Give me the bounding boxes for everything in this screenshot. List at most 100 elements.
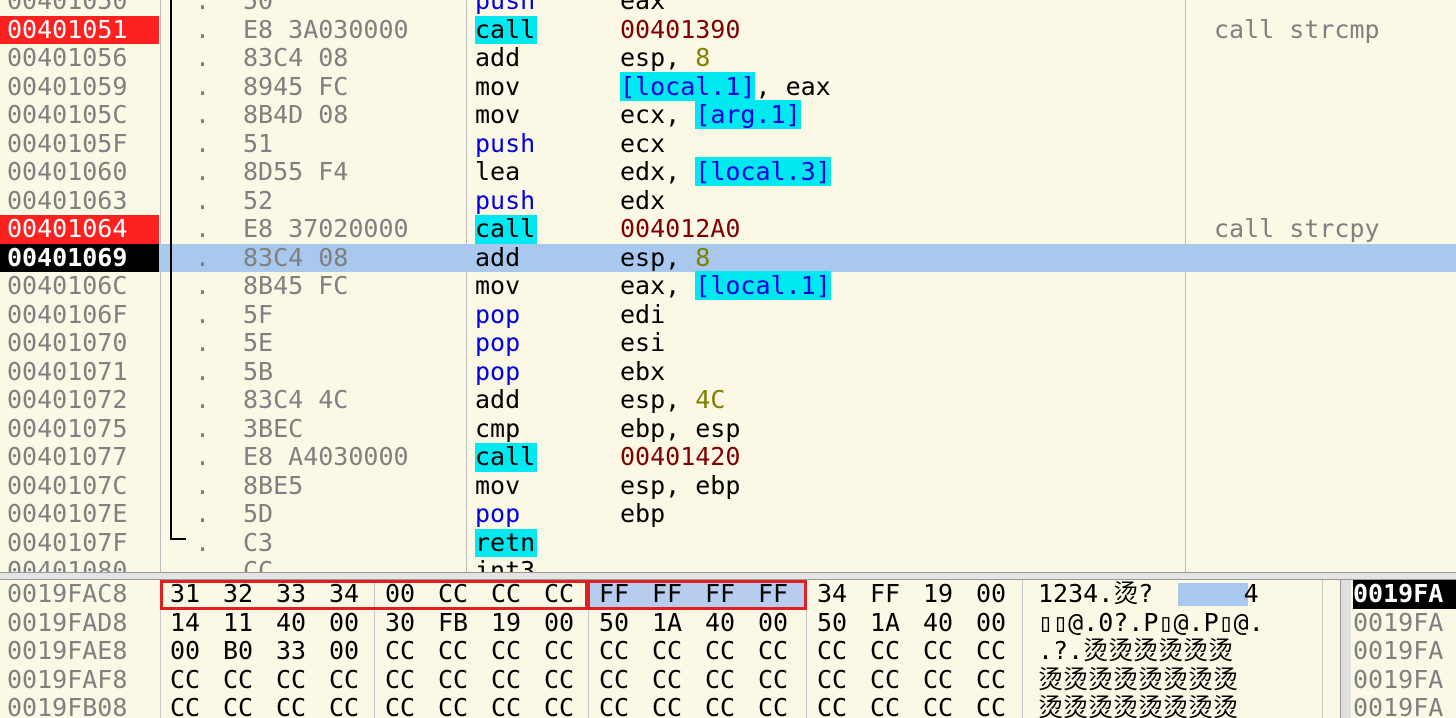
dump-byte[interactable]: CC bbox=[329, 665, 373, 695]
dump-byte[interactable]: FF bbox=[870, 580, 914, 609]
dump-byte[interactable]: CC bbox=[817, 693, 861, 718]
instruction-address[interactable]: 00401070 bbox=[0, 328, 156, 358]
dump-byte[interactable]: FB bbox=[438, 608, 482, 638]
dump-address[interactable]: 0019FAD8 bbox=[7, 608, 127, 638]
dump-byte[interactable]: 00 bbox=[976, 580, 1020, 609]
instruction-address[interactable]: 0040107F bbox=[0, 528, 156, 558]
disassembly-row[interactable]: 00401056. 83C4 08 add esp, 8 bbox=[0, 43, 1456, 73]
scrollbar[interactable] bbox=[1341, 580, 1351, 718]
dump-byte[interactable]: 34 bbox=[817, 580, 861, 609]
dump-row[interactable]: 0019FAF8 CC CC CC CC CC CC CC CC CC CC CC CC CC CC CC CC… bbox=[0, 665, 1340, 695]
disassembly-row[interactable]: 0040107F. C3 retn bbox=[0, 528, 1456, 558]
disassembly-row[interactable]: 0040106F. 5F pop edi bbox=[0, 300, 1456, 330]
stack-pane[interactable]: 0019FA 0019FA 0019FA 0019FA 0019FA bbox=[1340, 580, 1456, 718]
instruction-address[interactable]: 00401064 bbox=[0, 214, 159, 244]
dump-byte[interactable]: CC bbox=[923, 665, 967, 695]
dump-byte[interactable]: CC bbox=[385, 693, 429, 718]
dump-byte[interactable]: CC bbox=[276, 693, 320, 718]
instruction-address[interactable]: 00401059 bbox=[0, 72, 156, 102]
instruction-address[interactable]: 0040106C bbox=[0, 271, 156, 301]
dump-row[interactable]: 0019FAE8 00 B0 33 00 CC CC CC CC CC CC CC CC CC CC CC CC… bbox=[0, 636, 1340, 666]
instruction-address[interactable]: 00401080 bbox=[0, 556, 156, 572]
dump-byte[interactable]: CC bbox=[385, 665, 429, 695]
disassembly-row[interactable]: 00401050. 50 push eax bbox=[0, 0, 1456, 16]
stack-address[interactable]: 0019FA bbox=[1353, 637, 1456, 666]
dump-byte[interactable]: B0 bbox=[223, 636, 267, 666]
dump-byte[interactable]: CC bbox=[705, 665, 749, 695]
instruction-address[interactable]: 0040107C bbox=[0, 471, 156, 501]
dump-address[interactable]: 0019FAC8 bbox=[7, 580, 127, 609]
dump-row[interactable]: 0019FAD8 14 11 40 00 30 FB 19 00 50 1A 40 00 50 1A 40 00… bbox=[0, 608, 1340, 638]
disassembly-row[interactable]: 00401060. 8D55 F4 lea edx, [local.3] bbox=[0, 157, 1456, 187]
stack-address[interactable]: 0019FA bbox=[1353, 609, 1456, 638]
dump-byte[interactable]: 00 bbox=[758, 608, 802, 638]
disassembly-row[interactable]: 00401080 CC int3 bbox=[0, 556, 1456, 572]
instruction-address[interactable]: 00401060 bbox=[0, 157, 156, 187]
dump-byte[interactable]: CC bbox=[817, 636, 861, 666]
dump-byte[interactable]: CC bbox=[544, 636, 588, 666]
disassembly-row[interactable]: 00401064. E8 37020000 call 004012A0 call str… bbox=[0, 214, 1456, 244]
dump-byte[interactable]: CC bbox=[385, 636, 429, 666]
disassembly-row[interactable]: 00401075. 3BEC cmp ebp, esp bbox=[0, 414, 1456, 444]
dump-byte[interactable]: CC bbox=[544, 693, 588, 718]
dump-byte[interactable]: 19 bbox=[923, 580, 967, 609]
dump-byte[interactable]: 40 bbox=[276, 608, 320, 638]
dump-byte[interactable]: CC bbox=[276, 665, 320, 695]
dump-byte[interactable]: 40 bbox=[923, 608, 967, 638]
dump-byte[interactable]: CC bbox=[817, 665, 861, 695]
dump-byte[interactable]: CC bbox=[223, 693, 267, 718]
disassembly-row[interactable]: 00401059. 8945 FC mov [local.1], eax bbox=[0, 71, 1456, 102]
dump-byte[interactable]: 50 bbox=[817, 608, 861, 638]
dump-byte[interactable]: 00 bbox=[329, 636, 373, 666]
dump-byte[interactable]: CC bbox=[438, 693, 482, 718]
dump-row[interactable]: 0019FB08 CC CC CC CC CC CC CC CC CC CC CC CC CC CC CC CC… bbox=[0, 693, 1340, 718]
dump-byte[interactable]: CC bbox=[870, 665, 914, 695]
dump-byte[interactable]: 19 bbox=[491, 608, 535, 638]
instruction-address[interactable]: 00401069 bbox=[0, 243, 159, 272]
instruction-address[interactable]: 00401075 bbox=[0, 414, 156, 444]
disassembly-row[interactable]: 00401063. 52 push edx bbox=[0, 186, 1456, 216]
dump-byte[interactable]: CC bbox=[705, 693, 749, 718]
dump-byte[interactable]: CC bbox=[976, 693, 1020, 718]
dump-byte[interactable]: CC bbox=[170, 693, 214, 718]
dump-byte[interactable]: CC bbox=[438, 636, 482, 666]
dump-byte[interactable]: CC bbox=[652, 636, 696, 666]
instruction-address[interactable]: 00401051 bbox=[0, 15, 159, 44]
dump-byte[interactable]: 11 bbox=[223, 608, 267, 638]
instruction-address[interactable]: 00401050 bbox=[0, 0, 156, 16]
stack-address[interactable]: 0019FA bbox=[1353, 580, 1456, 609]
dump-byte[interactable]: 30 bbox=[385, 608, 429, 638]
dump-byte[interactable]: CC bbox=[599, 693, 643, 718]
dump-byte[interactable]: 00 bbox=[544, 608, 588, 638]
disassembly-row[interactable]: 0040105C. 8B4D 08 mov ecx, [arg.1] bbox=[0, 100, 1456, 130]
disassembly-row[interactable]: 0040107E. 5D pop ebp bbox=[0, 499, 1456, 529]
dump-byte[interactable]: CC bbox=[329, 693, 373, 718]
dump-address[interactable]: 0019FAE8 bbox=[7, 636, 127, 666]
dump-byte[interactable]: CC bbox=[705, 636, 749, 666]
dump-byte[interactable]: CC bbox=[491, 636, 535, 666]
instruction-address[interactable]: 00401072 bbox=[0, 385, 156, 415]
dump-byte[interactable]: CC bbox=[491, 693, 535, 718]
stack-address[interactable]: 0019FA bbox=[1353, 666, 1456, 695]
dump-byte[interactable]: CC bbox=[170, 665, 214, 695]
dump-byte[interactable]: CC bbox=[544, 665, 588, 695]
dump-byte[interactable]: CC bbox=[923, 636, 967, 666]
dump-byte[interactable]: CC bbox=[599, 665, 643, 695]
dump-byte[interactable]: CC bbox=[976, 665, 1020, 695]
dump-byte[interactable]: 50 bbox=[599, 608, 643, 638]
dump-byte[interactable]: 40 bbox=[705, 608, 749, 638]
instruction-address[interactable]: 0040106F bbox=[0, 300, 156, 330]
instruction-address[interactable]: 00401071 bbox=[0, 357, 156, 387]
dump-byte[interactable]: 14 bbox=[170, 608, 214, 638]
disassembly-row[interactable]: 0040105F. 51 push ecx bbox=[0, 129, 1456, 159]
instruction-address[interactable]: 00401063 bbox=[0, 186, 156, 216]
dump-byte[interactable]: 00 bbox=[329, 608, 373, 638]
instruction-address[interactable]: 0040107E bbox=[0, 499, 156, 529]
hex-dump-pane[interactable]: 0019FAC8 31 32 33 34 00 CC CC CC FF FF FF FF 34 FF 19 00… bbox=[0, 580, 1340, 718]
dump-byte[interactable]: CC bbox=[870, 693, 914, 718]
dump-byte[interactable]: CC bbox=[758, 665, 802, 695]
dump-byte[interactable]: CC bbox=[976, 636, 1020, 666]
instruction-address[interactable]: 0040105F bbox=[0, 129, 156, 159]
disassembly-pane[interactable]: 00401050. 50 push eax 00401051. E8 3A030000 ca… bbox=[0, 0, 1456, 572]
dump-byte[interactable]: CC bbox=[758, 693, 802, 718]
